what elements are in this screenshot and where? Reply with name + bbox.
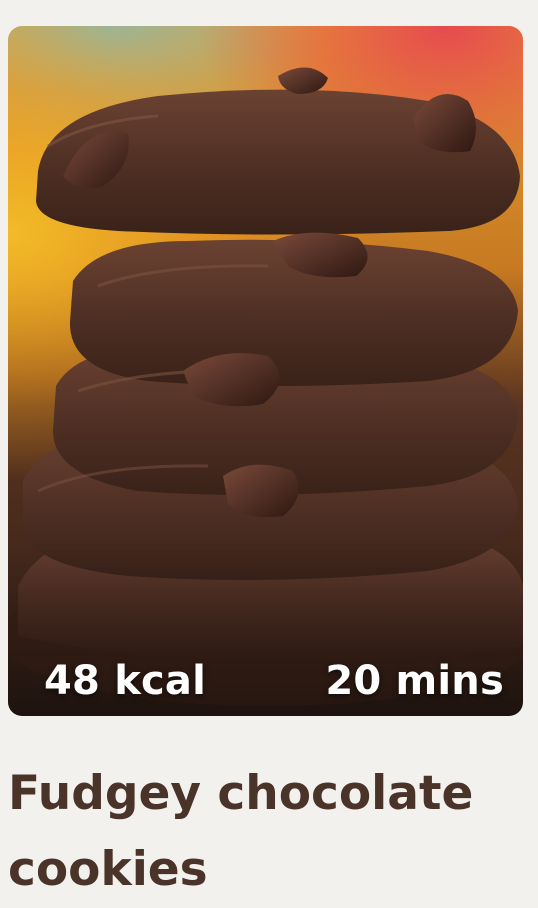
recipe-photo [8,26,523,716]
recipe-stats: 48 kcal 20 mins [44,658,504,704]
recipe-card[interactable]: 48 kcal 20 mins [8,26,523,716]
calories-label: 48 kcal [44,658,207,704]
recipe-title[interactable]: Fudgey chocolate cookies [8,756,528,908]
cook-time-label: 20 mins [325,658,504,704]
